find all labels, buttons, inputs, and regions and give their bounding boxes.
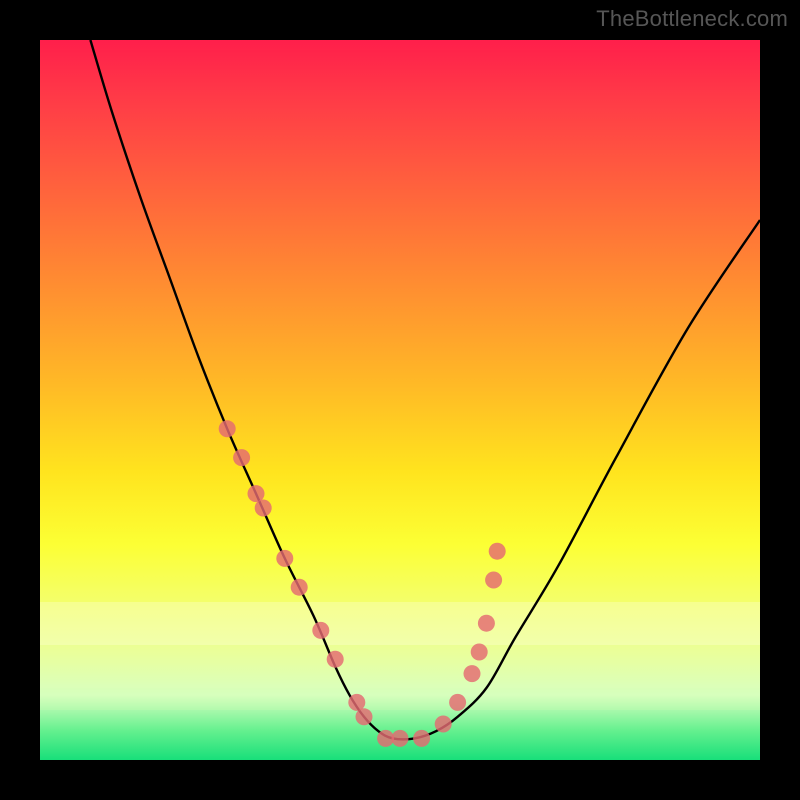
marker-dot (392, 730, 409, 747)
marker-dot (312, 622, 329, 639)
marker-dot (449, 694, 466, 711)
marker-dot (233, 449, 250, 466)
marker-dot (327, 651, 344, 668)
main-curve (90, 40, 760, 739)
marker-dot (435, 716, 452, 733)
watermark-text: TheBottleneck.com (596, 6, 788, 32)
chart-container: TheBottleneck.com (0, 0, 800, 800)
marker-dot (464, 665, 481, 682)
curve-svg (40, 40, 760, 760)
marker-dot (219, 420, 236, 437)
marker-dot (276, 550, 293, 567)
marker-dot (478, 615, 495, 632)
marker-dot (255, 500, 272, 517)
marker-dot (485, 572, 502, 589)
marker-dot (348, 694, 365, 711)
marker-dot (356, 708, 373, 725)
plot-area (40, 40, 760, 760)
marker-group (219, 420, 506, 747)
marker-dot (471, 644, 488, 661)
marker-dot (291, 579, 308, 596)
marker-dot (413, 730, 430, 747)
marker-dot (489, 543, 506, 560)
marker-dot (248, 485, 265, 502)
